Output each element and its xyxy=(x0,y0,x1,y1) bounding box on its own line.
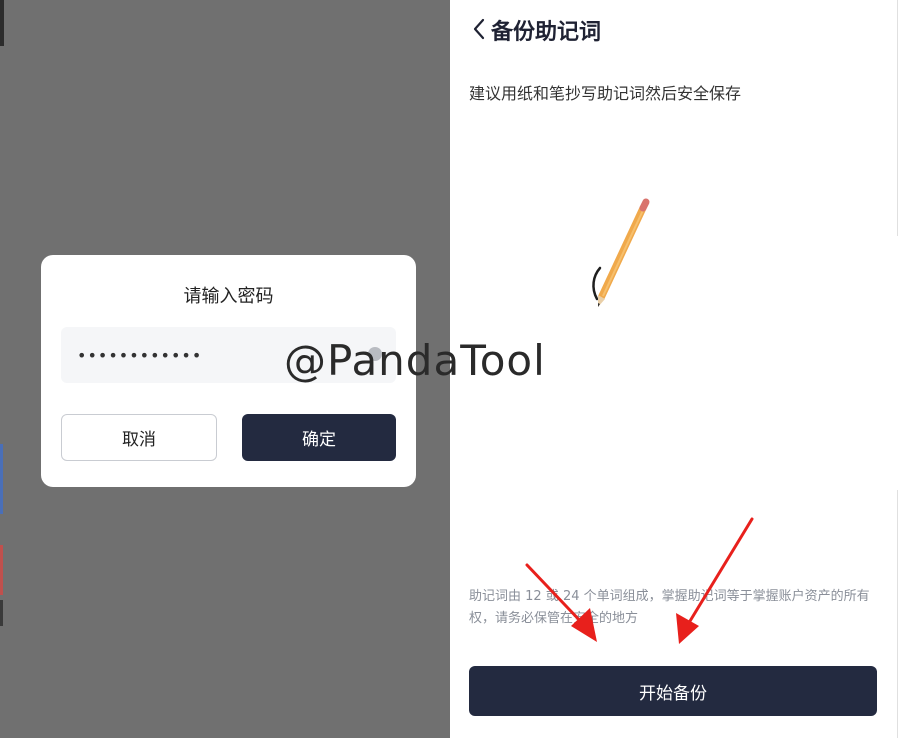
start-backup-button[interactable]: 开始备份 xyxy=(469,666,877,716)
background-window-edge xyxy=(0,545,3,595)
cancel-button[interactable]: 取消 xyxy=(61,414,217,461)
background-window-edge xyxy=(0,444,3,514)
watermark: @PandaTool xyxy=(284,336,546,385)
confirm-button[interactable]: 确定 xyxy=(242,414,396,461)
mnemonic-notice: 助记词由 12 或 24 个单词组成，掌握助记词等于掌握账户资产的所有权，请务必… xyxy=(469,589,870,626)
chevron-left-icon[interactable] xyxy=(469,18,489,40)
page-subtitle: 建议用纸和笔抄写助记词然后安全保存 xyxy=(469,84,742,103)
pencil-illustration xyxy=(592,198,650,307)
background-window-edge xyxy=(0,600,3,626)
dialog-title: 请输入密码 xyxy=(183,286,274,307)
page-title: 备份助记词 xyxy=(491,20,602,45)
background-window-edge xyxy=(0,0,4,46)
